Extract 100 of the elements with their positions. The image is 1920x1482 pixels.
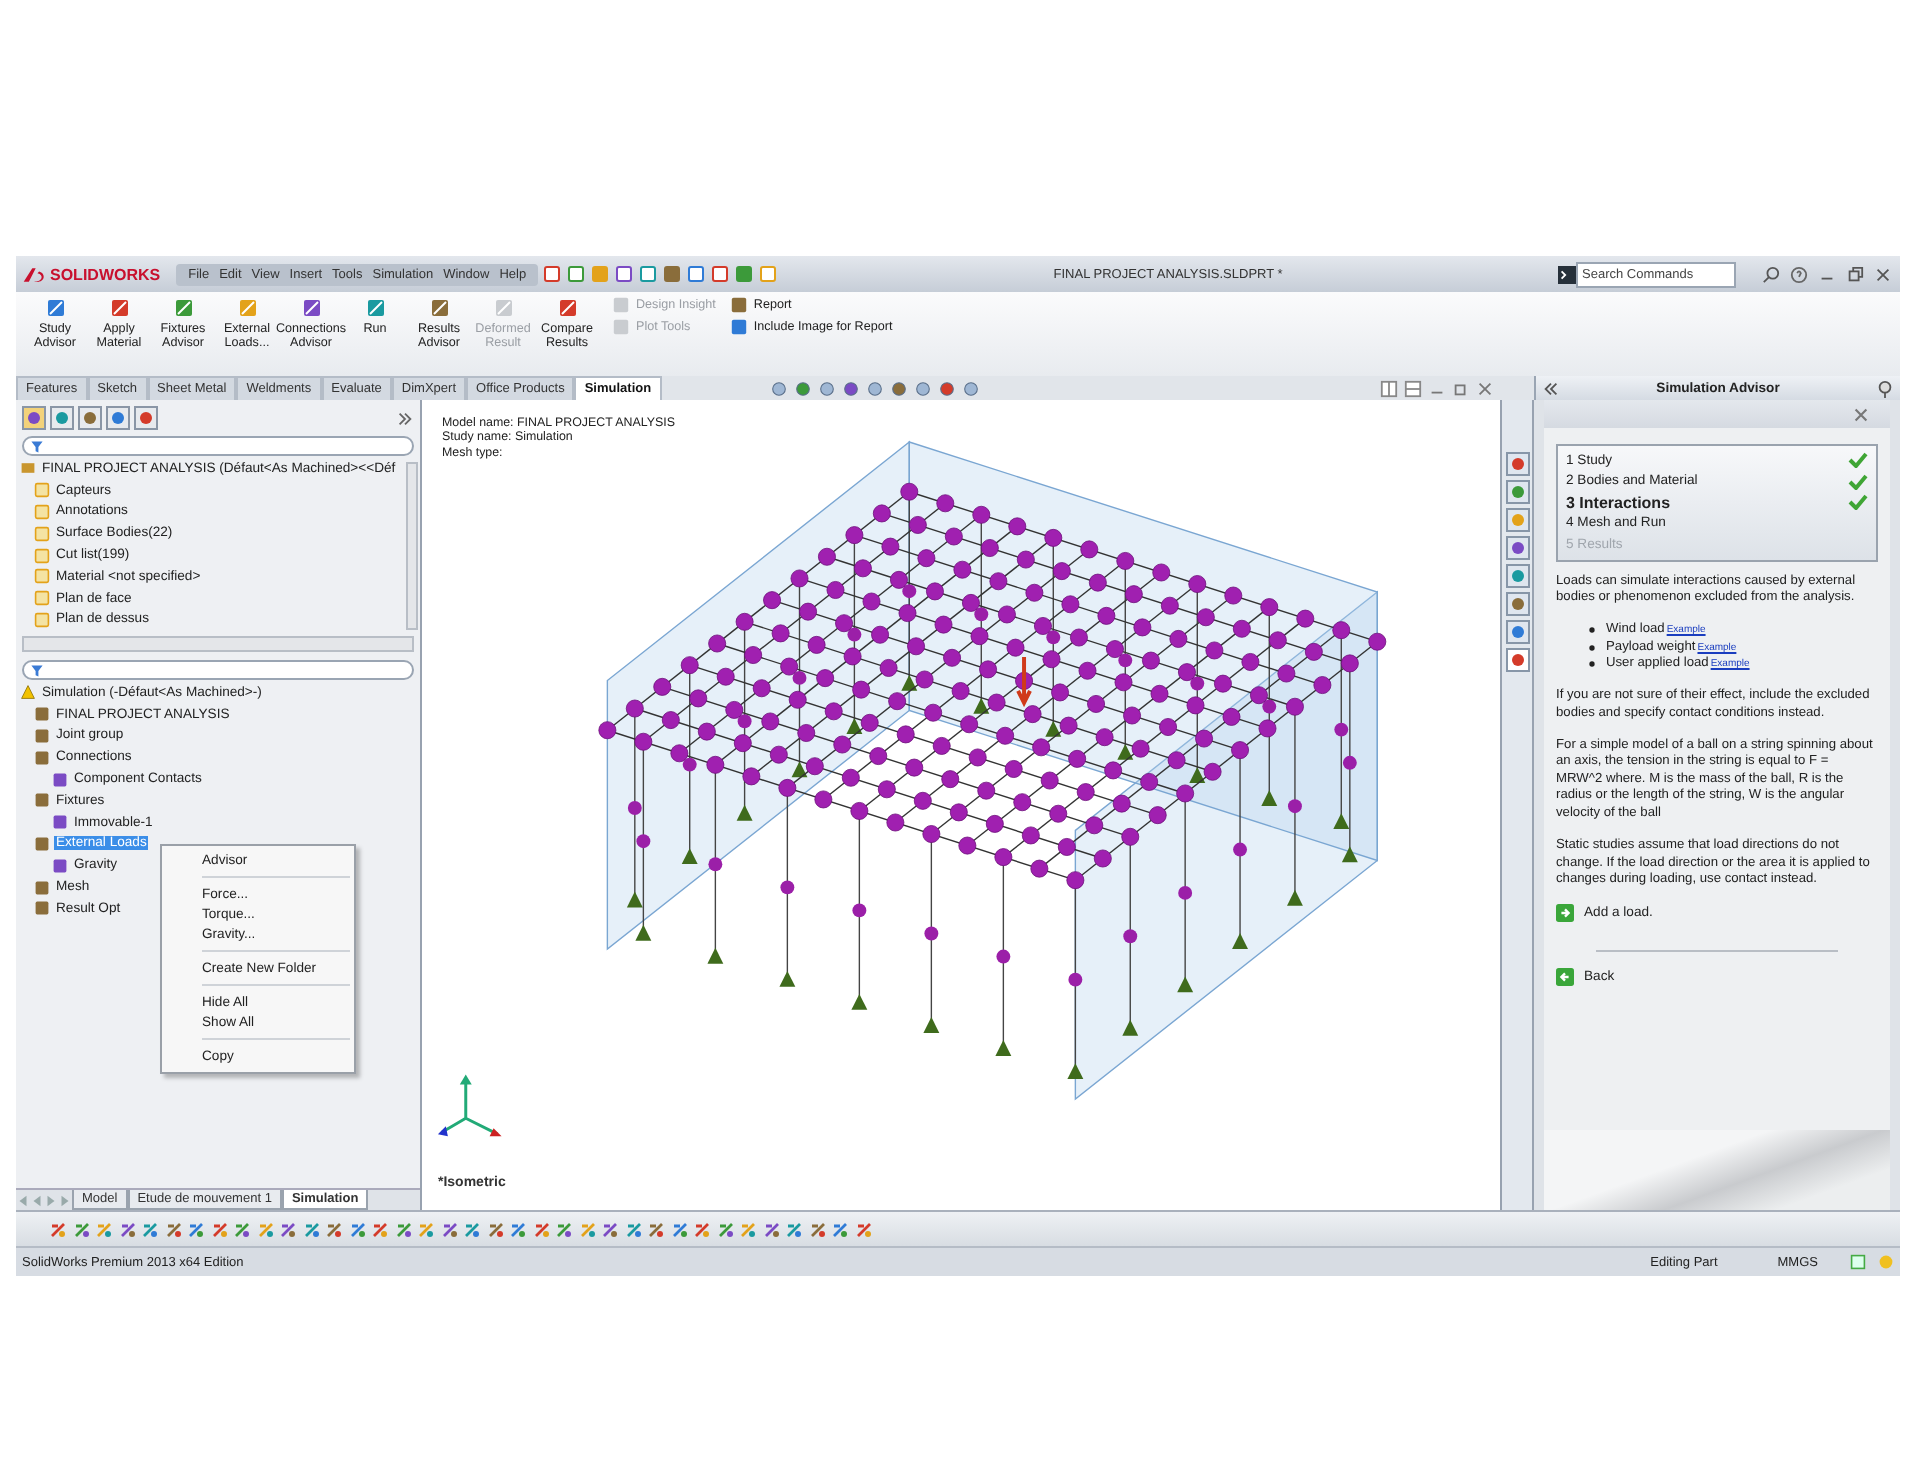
scrollbar[interactable] [22, 636, 414, 652]
pin-icon[interactable] [1876, 379, 1894, 397]
filter-field[interactable] [22, 660, 414, 680]
close-icon[interactable] [1852, 405, 1870, 423]
tool-icon[interactable] [186, 1219, 206, 1239]
command-icon [427, 296, 451, 320]
tool-icon[interactable] [485, 1219, 505, 1239]
tree-node-icon [52, 814, 68, 831]
tool-icon[interactable] [600, 1219, 620, 1239]
logo-mark-icon [22, 265, 46, 283]
part-icon [20, 460, 36, 477]
filter-icon [30, 663, 44, 677]
task-pane-tab-icon[interactable] [1505, 648, 1529, 672]
command-icon [107, 296, 131, 320]
toolbar-icon[interactable] [662, 264, 683, 284]
tool-icon[interactable] [669, 1219, 689, 1239]
bullet-icon [1588, 643, 1596, 652]
command-icon [171, 296, 195, 320]
scrollbar[interactable] [406, 462, 418, 630]
tool-icon[interactable] [646, 1219, 666, 1239]
restore-icon[interactable] [1452, 379, 1470, 397]
tool-icon[interactable] [209, 1219, 229, 1239]
toolbar-icon[interactable] [638, 264, 659, 284]
tree-node-icon [34, 568, 50, 585]
restore-icon[interactable] [1846, 265, 1864, 283]
command-icon [555, 296, 579, 320]
close-icon[interactable] [1476, 379, 1494, 397]
tree-node-icon [34, 547, 50, 564]
tool-icon[interactable] [140, 1219, 160, 1239]
task-pane-tab-icon[interactable] [1505, 536, 1529, 560]
step-link[interactable]: 3 Interactions [1566, 493, 1671, 512]
task-pane-tab-icon[interactable] [1505, 564, 1529, 588]
tree-node-icon [34, 727, 50, 744]
task-pane-tab-icon[interactable] [1505, 620, 1529, 644]
toolbar-icon[interactable] [614, 264, 635, 284]
tool-icon[interactable] [623, 1219, 643, 1239]
tool-icon[interactable] [784, 1219, 804, 1239]
tool-icon[interactable] [692, 1219, 712, 1239]
tool-icon[interactable] [163, 1219, 183, 1239]
tree-node-icon [34, 525, 50, 542]
tool-icon[interactable] [255, 1219, 275, 1239]
task-pane-tab-icon[interactable] [1505, 592, 1529, 616]
tree-node-icon [52, 771, 68, 788]
app-logo[interactable]: SOLIDWORKS [16, 265, 173, 283]
tree-node-icon [34, 879, 50, 896]
tool-icon[interactable] [531, 1219, 551, 1239]
toolbar-icon[interactable] [542, 264, 563, 284]
tool-icon[interactable] [324, 1219, 344, 1239]
tool-icon[interactable] [715, 1219, 735, 1239]
manager-tab-icon[interactable] [22, 406, 46, 430]
toolbar-icon[interactable] [734, 264, 755, 284]
tool-icon[interactable] [48, 1219, 68, 1239]
next-arrow-icon [1556, 904, 1574, 923]
tool-icon[interactable] [416, 1219, 436, 1239]
tool-icon[interactable] [554, 1219, 574, 1239]
task-pane-tab-icon[interactable] [1505, 480, 1529, 504]
tool-icon[interactable] [301, 1219, 321, 1239]
close-icon[interactable] [1874, 265, 1892, 283]
tool-icon[interactable] [94, 1219, 114, 1239]
tool-icon[interactable] [830, 1219, 850, 1239]
tool-icon[interactable] [738, 1219, 758, 1239]
tool-icon[interactable] [232, 1219, 252, 1239]
tool-icon[interactable] [761, 1219, 781, 1239]
command-icon [491, 296, 515, 320]
search-icon[interactable] [1762, 265, 1780, 283]
expand-pane-icon[interactable] [396, 409, 414, 427]
tool-icon[interactable] [577, 1219, 597, 1239]
manager-tab-icon[interactable] [50, 406, 74, 430]
tree-node-icon [34, 503, 50, 520]
manager-tab-icon[interactable] [134, 406, 158, 430]
toolbar-icon[interactable] [710, 264, 731, 284]
toolbar-icon[interactable] [686, 264, 707, 284]
task-pane-tab-icon[interactable] [1505, 452, 1529, 476]
command-icon [235, 296, 259, 320]
toolbar-icon[interactable] [566, 264, 587, 284]
tool-icon[interactable] [71, 1219, 91, 1239]
tool-icon[interactable] [508, 1219, 528, 1239]
tree-node-icon [34, 482, 50, 499]
tool-icon[interactable] [462, 1219, 482, 1239]
task-pane-tab-icon[interactable] [1505, 508, 1529, 532]
tree-node-icon [34, 835, 50, 852]
tool-icon[interactable] [370, 1219, 390, 1239]
command-icon [363, 296, 387, 320]
collapse-pane-icon[interactable] [1542, 379, 1560, 397]
tree-node-icon [34, 900, 50, 917]
tool-icon[interactable] [807, 1219, 827, 1239]
tool-icon[interactable] [853, 1219, 873, 1239]
manager-tab-icon[interactable] [78, 406, 102, 430]
tool-icon[interactable] [393, 1219, 413, 1239]
tree-node-icon [34, 590, 50, 607]
tool-icon[interactable] [117, 1219, 137, 1239]
bullet-icon [1588, 659, 1596, 668]
filter-field[interactable] [22, 436, 414, 456]
tree-node-icon [34, 706, 50, 723]
tool-icon[interactable] [347, 1219, 367, 1239]
tool-icon[interactable] [278, 1219, 298, 1239]
split-view-icon[interactable] [1404, 379, 1422, 397]
manager-tab-icon[interactable] [106, 406, 130, 430]
tool-icon[interactable] [439, 1219, 459, 1239]
split-view-icon[interactable] [1380, 379, 1398, 397]
